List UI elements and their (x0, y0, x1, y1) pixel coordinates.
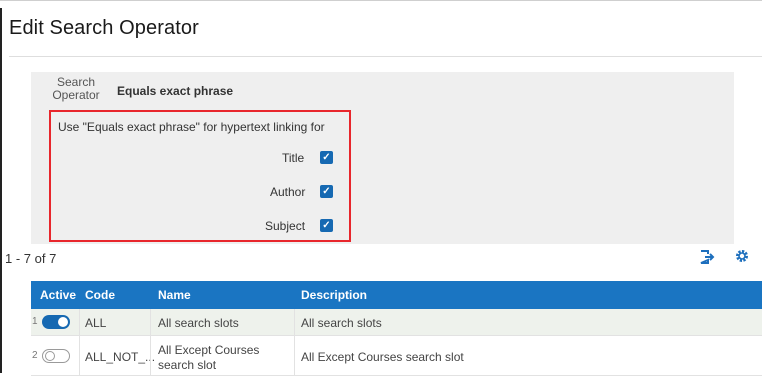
column-header-name[interactable]: Name (158, 288, 191, 302)
row-index: 1 (32, 316, 38, 327)
row-code: ALL (85, 316, 107, 330)
search-operator-label: Search Operator (52, 75, 100, 102)
subject-checkbox[interactable]: ✓ (320, 219, 333, 232)
author-option-label: Author (270, 185, 306, 199)
left-border (0, 8, 2, 373)
table-row[interactable]: 2 ALL_NOT_... All Except Courses search … (31, 336, 762, 376)
active-toggle[interactable] (42, 349, 70, 363)
page-title: Edit Search Operator (9, 17, 199, 39)
author-checkbox[interactable]: ✓ (320, 185, 333, 198)
title-divider (9, 56, 762, 57)
subject-option-label: Subject (265, 219, 306, 233)
row-description: All Except Courses search slot (301, 350, 464, 364)
column-header-active[interactable]: Active (40, 288, 76, 302)
row-index: 2 (32, 350, 38, 361)
column-header-description[interactable]: Description (301, 288, 367, 302)
title-option-label: Title (282, 151, 305, 165)
title-checkbox[interactable]: ✓ (320, 151, 333, 164)
column-header-code[interactable]: Code (85, 288, 115, 302)
row-name: All Except Courses search slot (158, 343, 260, 372)
row-name: All search slots (158, 316, 239, 330)
linking-heading: Use "Equals exact phrase" for hypertext … (58, 120, 325, 134)
active-toggle[interactable] (42, 315, 70, 329)
export-icon[interactable] (698, 249, 716, 267)
gear-icon[interactable] (733, 249, 751, 267)
table-row[interactable]: 1 ALL All search slots All search slots (31, 309, 762, 336)
result-count: 1 - 7 of 7 (5, 251, 57, 266)
table-header: Active Code Name Description (31, 281, 762, 309)
search-operator-value: Equals exact phrase (117, 84, 234, 98)
row-description: All search slots (301, 316, 382, 330)
row-code: ALL_NOT_... (85, 350, 156, 364)
